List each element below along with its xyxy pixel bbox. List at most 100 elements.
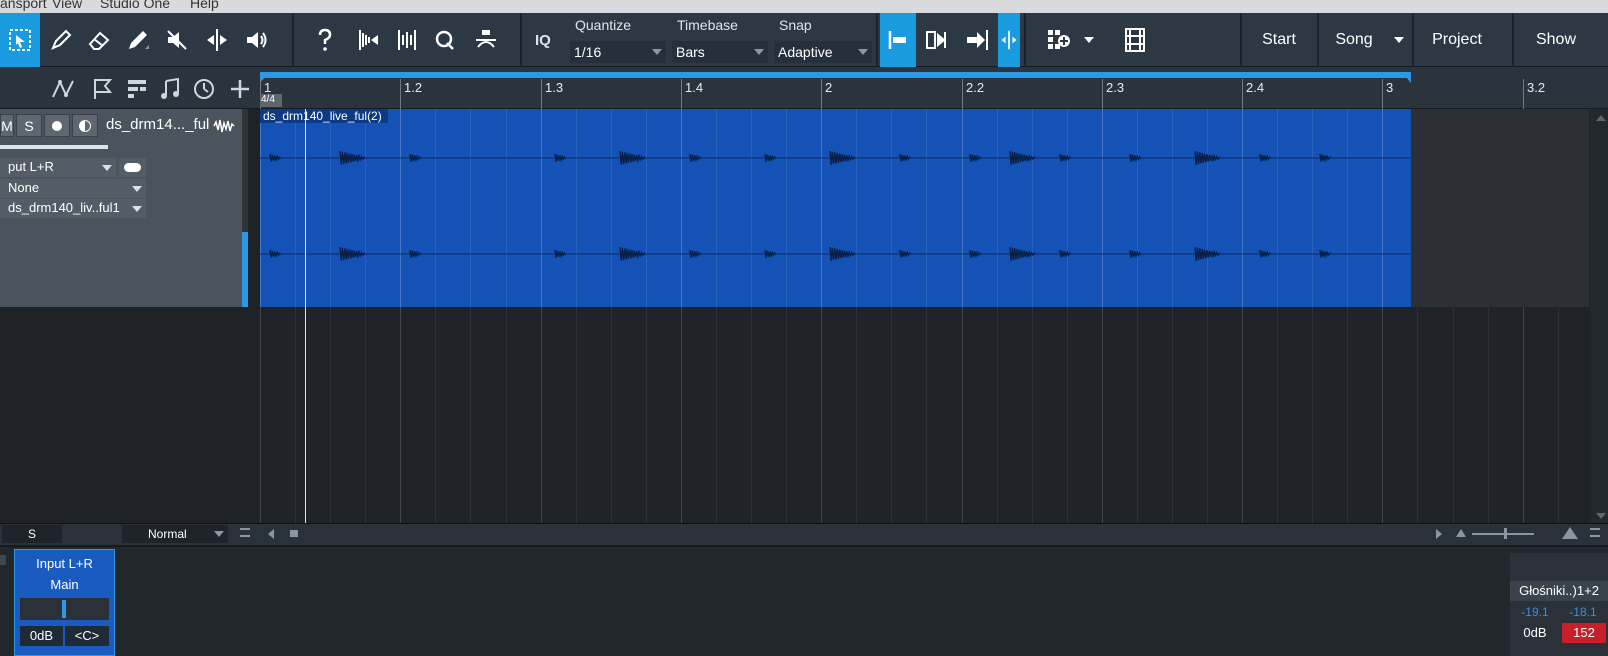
master-volume-readout[interactable]: 0dB [1510,623,1560,643]
audio-event[interactable]: ds_drm140_live_ful(2) [260,109,1411,307]
pan-readout[interactable]: <C> [65,626,109,646]
audio-bend-button[interactable] [350,13,384,67]
autoscroll-button[interactable] [998,13,1020,67]
menu-lines-icon[interactable] [240,528,250,537]
chevron-down-icon[interactable] [1084,37,1094,43]
ruler-tick [681,79,682,109]
quantize-q-icon [435,30,454,50]
arrow-tool-button[interactable] [0,13,40,67]
playlist-selector[interactable]: ds_drm140_liv..ful1 [0,199,146,218]
zoom-in-icon[interactable] [1562,527,1578,539]
volume-readout[interactable]: 0dB [20,626,63,646]
ruler-label: 3 [1386,80,1394,95]
paint-tool-button[interactable] [120,13,156,67]
scroll-right-icon[interactable] [1436,529,1442,539]
timebase-dropdown[interactable]: Bars [672,41,768,63]
console-left-handle[interactable] [0,555,6,565]
record-arm-button[interactable] [44,114,70,137]
mute-button[interactable]: M [0,114,14,137]
channel-output[interactable]: Main [20,577,109,592]
scroll-left-icon[interactable] [268,529,274,539]
clip-indicator-badge[interactable]: 152 [1562,623,1606,643]
arrange-view[interactable]: ds_drm140_live_ful(2) [260,109,1608,523]
help-button[interactable] [308,13,342,67]
playback-cursor[interactable] [305,109,306,523]
show-page-button[interactable]: Show [1514,13,1598,67]
quantize-dropdown[interactable]: 1/16 [570,41,666,63]
project-page-button[interactable]: Project [1414,13,1500,67]
zoom-out-icon[interactable] [1456,529,1466,537]
master-output-name[interactable]: Głośniki..)1+2 [1510,581,1608,601]
zoom-slider[interactable] [1472,533,1534,535]
menu-help[interactable]: Help [190,0,219,11]
scroll-thumb[interactable] [290,530,298,537]
timeline-ruler[interactable]: 1 1.2 1.3 1.4 2 2.2 2.3 2.4 3 3.2 4/4 [260,67,1608,109]
chord-track-icon[interactable] [158,77,182,101]
video-button[interactable] [1118,13,1152,67]
output-selector[interactable]: None [0,179,146,198]
zoom-slider-thumb[interactable] [1504,528,1507,539]
channel-strip[interactable]: Input L+R Main 0dB <C> [14,549,115,656]
listen-tool-button[interactable] [240,13,274,67]
monitor-icon [79,119,91,132]
input-selector[interactable]: put L+R [0,158,116,177]
tile-add-button[interactable] [1042,13,1076,67]
solo-status-button[interactable]: S [2,525,62,543]
arranger-icon[interactable] [125,77,149,101]
automation-icon[interactable] [50,77,76,101]
mute-tool-button[interactable] [160,13,194,67]
range-tool-icon [51,29,72,50]
eraser-tool-button[interactable] [82,13,116,67]
add-track-icon[interactable] [228,77,252,101]
vertical-scrollbar[interactable] [1590,109,1608,523]
monitor-button[interactable] [72,114,98,137]
groove-button[interactable] [468,13,504,67]
track-header[interactable]: M S ds_drm14..._ful put L+R None ds_drm1… [0,109,248,307]
transient-button[interactable] [390,13,424,67]
marker-flag-icon[interactable] [90,77,114,101]
solo-button[interactable]: S [16,114,42,137]
snap-to-cursor-button[interactable] [960,13,994,67]
loop-end-marker[interactable] [1402,72,1411,83]
snap-dropdown[interactable]: Adaptive [774,41,872,63]
snap-to-events-button[interactable] [920,13,954,67]
track-name[interactable]: ds_drm14..._ful [106,116,209,133]
autoscroll-icon [1001,30,1017,50]
playlist-value: ds_drm140_liv..ful1 [8,200,120,215]
ruler-tick [821,79,822,109]
grid-plus-icon [1048,30,1070,49]
ruler-label: 1 [264,80,272,95]
ruler-tick [400,79,401,109]
range-tool-button[interactable] [44,13,78,67]
snap-events-icon [926,31,946,49]
start-page-button[interactable]: Start [1242,13,1316,67]
status-bar: S Normal [0,523,1608,545]
ruler-label: 3.2 [1527,80,1546,95]
channel-input[interactable]: Input L+R [20,556,109,571]
chevron-down-icon [214,531,224,537]
split-tool-button[interactable] [200,13,234,67]
link-toggle[interactable] [119,158,146,177]
tempo-clock-icon[interactable] [192,77,216,101]
ruler-label: 2 [825,80,833,95]
quantize-button[interactable] [428,13,462,67]
toolbar: IQ Quantize 1/16 Timebase Bars Snap Adap… [0,13,1608,67]
iq-button[interactable]: IQ [535,32,551,49]
snap-label: Snap [779,17,812,33]
snap-to-grid-button[interactable] [880,13,916,67]
time-signature[interactable]: 4/4 [260,94,282,107]
menu-view[interactable]: View [52,0,82,11]
menu-studio-one[interactable]: Studio One [100,0,170,11]
waveform [260,150,1411,261]
timebase-label: Timebase [677,17,738,33]
split-icon [207,29,227,51]
menu-transport[interactable]: ansport [0,0,47,11]
volume-slider[interactable] [0,145,108,149]
loop-range[interactable] [260,72,1411,78]
chevron-down-icon[interactable] [1394,37,1404,43]
menu-lines-icon[interactable] [1590,528,1600,537]
master-strip[interactable]: Głośniki..)1+2 -19.1 -18.1 0dB 152 [1510,553,1608,656]
song-page-button[interactable]: Song [1319,13,1389,67]
arrow-right-icon [967,30,988,50]
view-mode-dropdown[interactable]: Normal [122,525,228,543]
